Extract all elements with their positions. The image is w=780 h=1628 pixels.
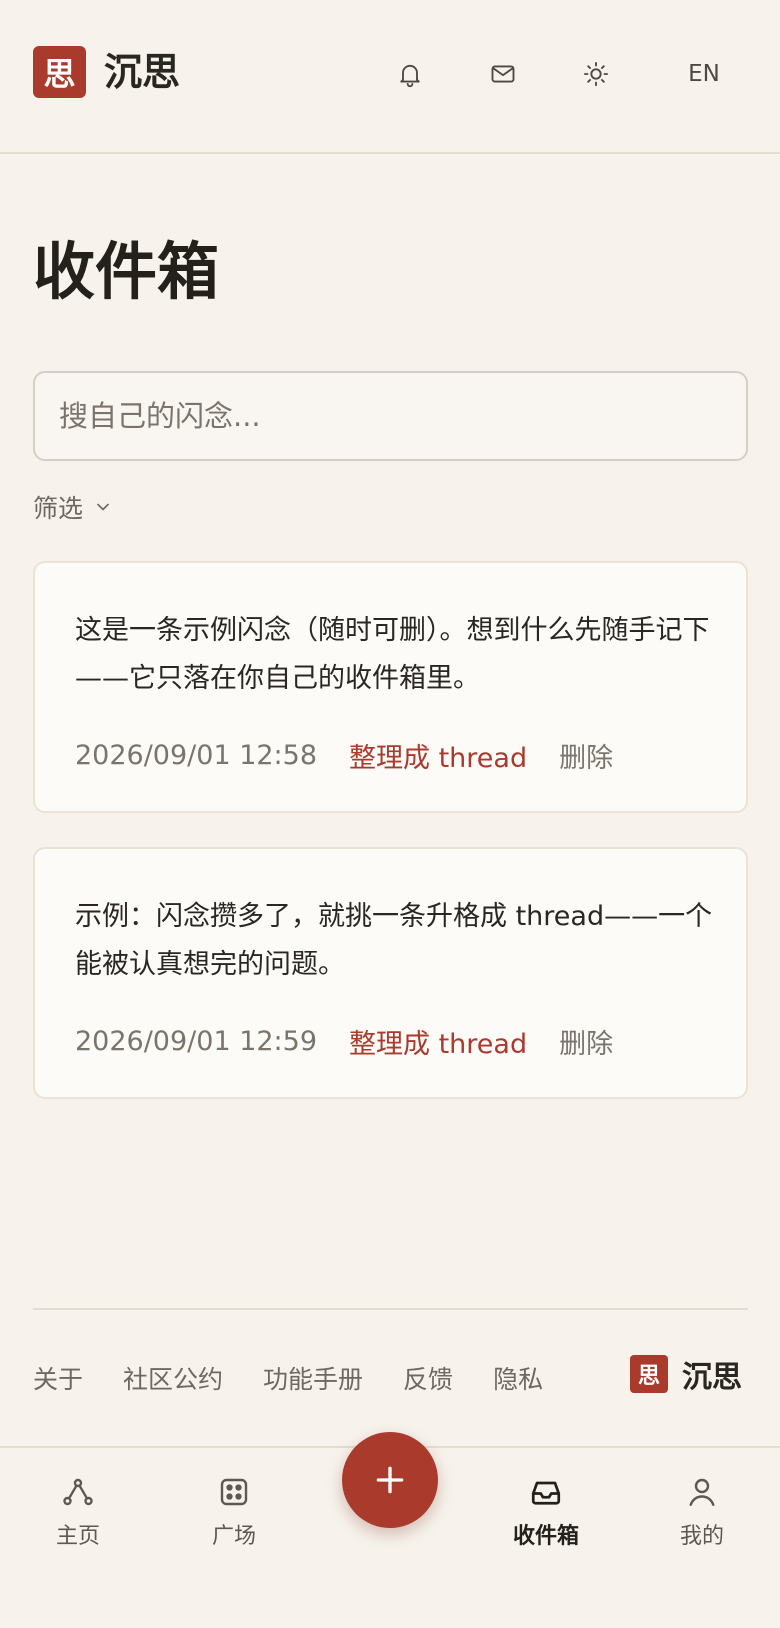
plus-icon	[376, 1466, 404, 1494]
footer-brand[interactable]: 思 沉思	[630, 1354, 742, 1395]
brand-name[interactable]: 沉思	[104, 44, 180, 100]
inbox-icon	[531, 1481, 561, 1505]
app-logo[interactable]: 思	[33, 46, 86, 98]
filter-label: 筛选	[33, 494, 84, 523]
card-meta: 2026/09/01 12:59 整理成 thread 删除	[75, 1021, 613, 1061]
search-input[interactable]	[33, 371, 748, 461]
top-header: 思 沉思 EN	[0, 0, 780, 154]
card-timestamp: 2026/09/01 12:59	[75, 1025, 318, 1057]
theme-toggle-button[interactable]	[574, 52, 618, 96]
graph-icon	[63, 1478, 93, 1506]
sun-icon	[583, 61, 609, 87]
nav-label: 我的	[679, 1524, 724, 1549]
inbox-card: 示例：闪念攒多了，就挑一条升格成 thread——一个能被认真想完的问题。 20…	[33, 847, 748, 1099]
footer-link-feedback[interactable]: 反馈	[403, 1360, 453, 1396]
footer-brand-name: 沉思	[682, 1360, 742, 1395]
mail-icon	[491, 65, 515, 83]
page-title: 收件箱	[33, 235, 220, 308]
card-text: 示例：闪念攒多了，就挑一条升格成 thread——一个能被认真想完的问题。	[75, 901, 713, 980]
user-icon	[689, 1478, 715, 1506]
nav-label: 收件箱	[512, 1524, 579, 1549]
card-timestamp: 2026/09/01 12:58	[75, 739, 318, 771]
nav-item-square[interactable]: 广场	[174, 1474, 294, 1574]
nav-label: 主页	[55, 1524, 100, 1549]
footer-link-manual[interactable]: 功能手册	[263, 1360, 363, 1396]
nav-label: 广场	[211, 1524, 256, 1549]
language-toggle-button[interactable]: EN	[672, 52, 736, 96]
messages-button[interactable]	[481, 52, 525, 96]
nav-item-home[interactable]: 主页	[18, 1474, 138, 1574]
footer-divider	[33, 1308, 748, 1310]
notifications-button[interactable]	[388, 52, 432, 96]
nav-item-inbox[interactable]: 收件箱	[486, 1474, 606, 1574]
footer-logo: 思	[630, 1355, 668, 1393]
delete-button[interactable]: 删除	[559, 1022, 613, 1061]
bell-icon	[400, 64, 420, 88]
organize-thread-button[interactable]: 整理成 thread	[349, 1022, 527, 1061]
card-meta: 2026/09/01 12:58 整理成 thread 删除	[75, 735, 613, 775]
footer-link-community-guidelines[interactable]: 社区公约	[123, 1360, 223, 1396]
nav-item-profile[interactable]: 我的	[642, 1474, 762, 1574]
footer-links: 关于 社区公约 功能手册 反馈 隐私	[33, 1360, 583, 1396]
dice-icon	[220, 1478, 248, 1506]
footer-link-privacy[interactable]: 隐私	[493, 1360, 543, 1396]
footer-link-about[interactable]: 关于	[33, 1360, 83, 1396]
card-text: 这是一条示例闪念（随时可删）。想到什么先随手记下——它只落在你自己的收件箱里。	[75, 615, 710, 694]
inbox-page: 思 沉思 EN 收件箱 筛选	[0, 0, 780, 1628]
delete-button[interactable]: 删除	[559, 736, 613, 775]
organize-thread-button[interactable]: 整理成 thread	[349, 736, 527, 775]
new-thought-button[interactable]	[342, 1432, 438, 1528]
chevron-down-icon	[97, 503, 109, 511]
inbox-card: 这是一条示例闪念（随时可删）。想到什么先随手记下——它只落在你自己的收件箱里。 …	[33, 561, 748, 813]
filter-dropdown[interactable]: 筛选	[33, 490, 113, 524]
